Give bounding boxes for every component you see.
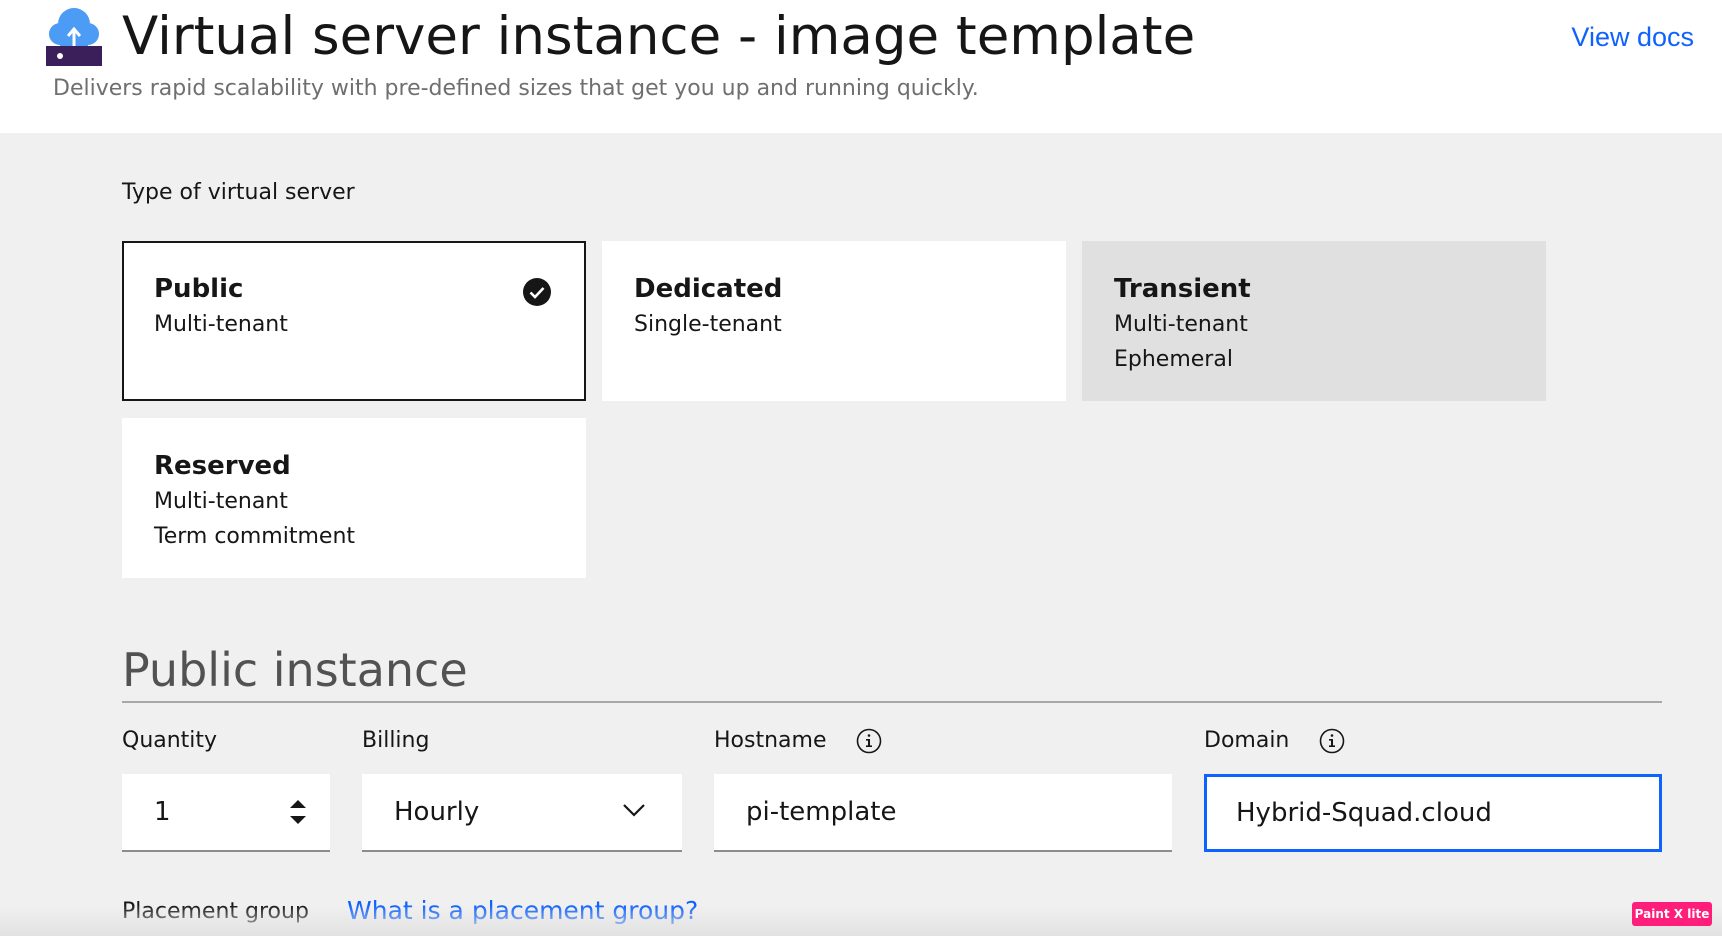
tile-description: Multi-tenant <box>154 489 288 514</box>
domain-value: Hybrid-Squad.cloud <box>1236 798 1492 828</box>
billing-value: Hourly <box>394 797 480 827</box>
domain-label: Domain <box>1204 728 1290 753</box>
tile-description: Single-tenant <box>634 312 782 337</box>
tile-description: Multi-tenant <box>1114 312 1248 337</box>
tile-description: Term commitment <box>154 524 356 549</box>
placement-group-help-link[interactable]: What is a placement group? <box>347 895 698 927</box>
hostname-value: pi-template <box>746 797 897 827</box>
tile-reserved[interactable]: Reserved Multi-tenant Term commitment <box>122 418 586 578</box>
tile-title: Dedicated <box>634 274 783 304</box>
quantity-label: Quantity <box>122 728 218 753</box>
placement-group-label: Placement group <box>122 899 309 924</box>
chevron-down-icon <box>623 804 645 817</box>
checkmark-filled-icon <box>523 278 551 306</box>
tile-transient: Transient Multi-tenant Ephemeral <box>1082 241 1546 401</box>
billing-label: Billing <box>362 728 430 753</box>
stepper-arrows-icon[interactable] <box>288 796 308 828</box>
tile-public[interactable]: Public Multi-tenant <box>122 241 586 401</box>
section-divider <box>122 701 1662 703</box>
tile-title: Reserved <box>154 451 291 481</box>
page-header: Virtual server instance - image template… <box>0 0 1722 133</box>
watermark-badge: Paint X lite <box>1632 902 1712 926</box>
domain-input[interactable]: Hybrid-Squad.cloud <box>1204 774 1662 852</box>
hostname-label: Hostname <box>714 728 827 753</box>
hostname-input[interactable]: pi-template <box>714 774 1172 852</box>
quantity-value: 1 <box>154 797 171 827</box>
tile-title: Public <box>154 274 244 304</box>
tile-dedicated[interactable]: Dedicated Single-tenant <box>602 241 1066 401</box>
tile-title: Transient <box>1114 274 1251 304</box>
billing-select[interactable]: Hourly <box>362 774 682 852</box>
server-type-label: Type of virtual server <box>122 180 355 205</box>
tile-description: Multi-tenant <box>154 312 288 337</box>
quantity-stepper[interactable]: 1 <box>122 774 330 852</box>
cloud-upload-server-icon <box>46 8 102 66</box>
info-icon[interactable] <box>1319 728 1345 754</box>
tile-description: Ephemeral <box>1114 347 1233 372</box>
page-subtitle: Delivers rapid scalability with pre-defi… <box>53 76 979 101</box>
page-title: Virtual server instance - image template <box>122 6 1196 67</box>
section-title: Public instance <box>122 643 468 697</box>
info-icon[interactable] <box>856 728 882 754</box>
view-docs-link[interactable]: View docs <box>1571 22 1694 53</box>
